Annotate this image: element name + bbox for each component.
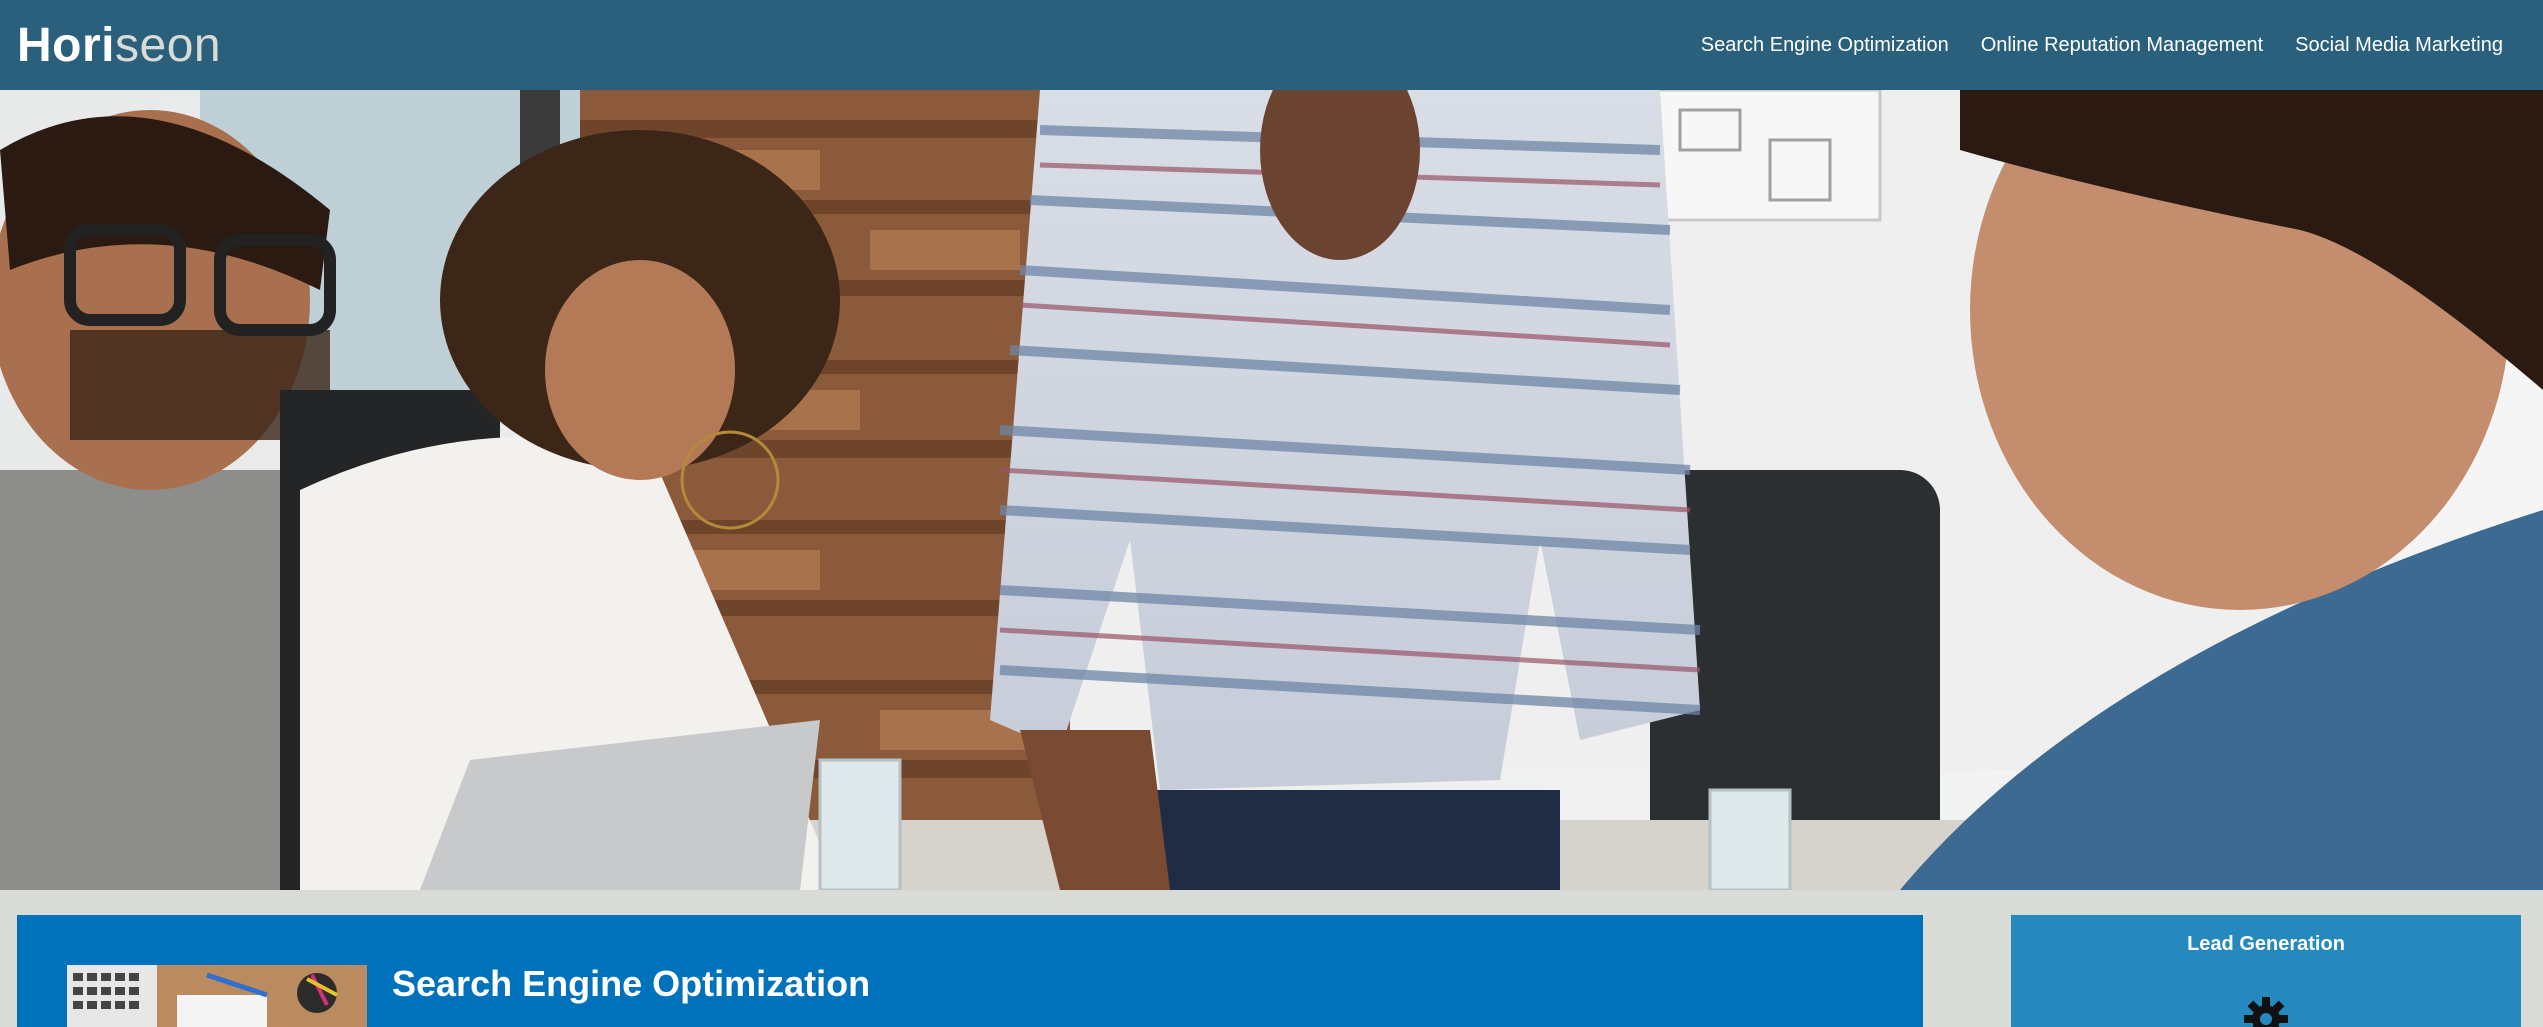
article-seo: Search Engine Optimization (17, 915, 1923, 1027)
gear-icon (2244, 997, 2288, 1027)
team-meeting-photo (0, 90, 2543, 890)
brand-accent: seon (115, 18, 222, 72)
sidebar-title: Lead Generation (2187, 933, 2345, 955)
site-header: Horiseon Search Engine Optimization Onli… (0, 0, 2543, 90)
hero-image (0, 90, 2543, 890)
article-title: Search Engine Optimization (392, 963, 871, 1004)
sidebar-lead-generation: Lead Generation (2011, 915, 2521, 1027)
nav-link-seo[interactable]: Search Engine Optimization (1701, 34, 1949, 57)
nav-link-social[interactable]: Social Media Marketing (2295, 34, 2503, 57)
brand-logo[interactable]: Horiseon (17, 18, 221, 73)
nav-link-reputation[interactable]: Online Reputation Management (1981, 34, 2263, 57)
desk-workspace-photo (67, 965, 367, 1027)
brand-main: Hori (17, 18, 115, 72)
main-nav: Search Engine Optimization Online Reputa… (1701, 34, 2503, 57)
